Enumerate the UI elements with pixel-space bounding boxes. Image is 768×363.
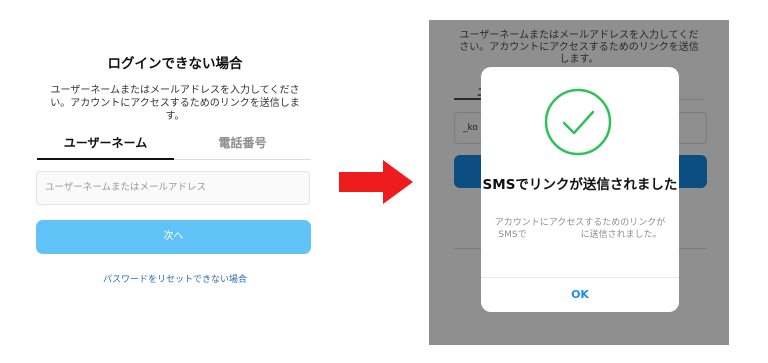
- reset-password-screen: ログインできない場合 ユーザーネームまたはメールアドレスを入力してください。アカ…: [0, 0, 340, 363]
- sms-sent-screen: ユーザーネームまたはメールアドレスを入力してください。アカウントにアクセスするた…: [429, 20, 729, 345]
- tab-username[interactable]: ユーザーネーム: [37, 134, 174, 151]
- cannot-reset-password-link[interactable]: パスワードをリセットできない場合: [0, 272, 350, 285]
- next-button[interactable]: 次へ: [36, 220, 311, 254]
- ok-button[interactable]: OK: [481, 278, 679, 312]
- right-arrow-icon: [339, 160, 413, 204]
- background-instructions-text: ユーザーネームまたはメールアドレスを入力してください。アカウントにアクセスするた…: [459, 30, 699, 65]
- dialog-message: アカウントにアクセスするためのリンクがSMSで に送信されました。: [494, 218, 666, 240]
- check-circle-icon: [544, 88, 612, 156]
- page-title: ログインできない場合: [107, 56, 243, 72]
- tab-phone-number[interactable]: 電話番号: [174, 134, 311, 151]
- active-tab-indicator: [37, 158, 174, 160]
- tab-bar: ユーザーネーム 電話番号: [37, 131, 311, 160]
- username-email-input[interactable]: ユーザーネームまたはメールアドレス: [36, 171, 310, 205]
- instructions-text: ユーザーネームまたはメールアドレスを入力してください。アカウントにアクセスするた…: [50, 85, 300, 122]
- sms-sent-dialog: SMSでリンクが送信されました アカウントにアクセスするためのリンクがSMSで …: [481, 67, 679, 312]
- dialog-title: SMSでリンクが送信されました: [482, 177, 678, 193]
